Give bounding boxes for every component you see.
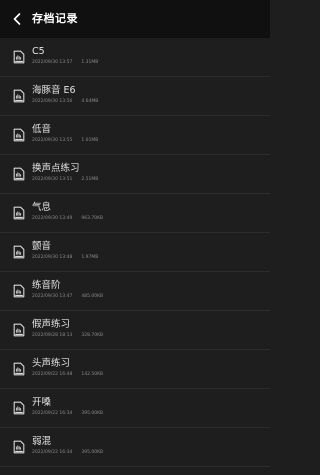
record-list: C5 2022/09/30 13:57 1.31MB 海豚音 E6 2022/09/30… [0,38,270,467]
record-list-item[interactable]: 头声练习 2022/09/22 16:48 142.50KB [0,350,270,389]
record-size: 395.00KB [81,450,104,455]
record-meta: 2022/09/30 13:49 963.70KB [32,216,103,222]
record-size: 963.70KB [81,216,104,221]
record-size: 395.00KB [81,411,104,416]
record-meta: 2022/09/22 16:34 395.00KB [32,450,103,456]
record-meta: 2022/09/30 13:51 2.51MB [32,177,98,183]
audio-file-icon [12,323,26,337]
audio-file-icon [12,167,26,181]
record-size: 1.31MB [81,60,99,65]
back-button[interactable] [10,11,24,27]
audio-file-icon [12,50,26,64]
audio-file-icon [12,128,26,142]
record-list-item[interactable]: 假声练习 2022/09/28 18:13 328.70KB [0,311,270,350]
record-date: 2022/09/28 18:13 [32,333,73,338]
record-list-item[interactable]: 低音 2022/09/30 13:55 1.01MB [0,116,270,155]
record-size: 2.51MB [81,177,99,182]
page-title: 存档记录 [32,12,78,25]
record-name: 练音阶 [32,280,61,291]
record-date: 2022/09/22 16:48 [32,372,73,377]
record-name: 换声点练习 [32,163,80,174]
record-date: 2022/09/30 13:57 [32,60,73,65]
audio-file-icon [12,440,26,454]
record-name: 颤音 [32,241,52,252]
record-date: 2022/09/30 13:47 [32,294,73,299]
record-list-item[interactable]: 开嗓 2022/09/22 16:34 395.00KB [0,389,270,428]
record-name: 海豚音 E6 [32,85,76,96]
record-meta: 2022/09/30 13:57 1.31MB [32,60,98,66]
audio-file-icon [12,245,26,259]
audio-file-icon [12,401,26,415]
record-meta: 2022/09/30 13:56 4.64MB [32,99,98,105]
record-size: 1.97MB [81,255,99,260]
record-size: 142.50KB [81,372,104,377]
chevron-left-icon [13,13,21,25]
record-date: 2022/09/22 16:34 [32,450,73,455]
audio-file-icon [12,206,26,220]
record-name: 弱混 [32,436,52,447]
record-size: 1.01MB [81,138,99,143]
record-name: C5 [32,46,45,57]
record-meta: 2022/09/30 13:55 1.01MB [32,138,98,144]
record-meta: 2022/09/28 18:13 328.70KB [32,333,103,339]
record-list-item[interactable]: C5 2022/09/30 13:57 1.31MB [0,38,270,77]
record-name: 气息 [32,202,52,213]
record-size: 328.70KB [81,333,104,338]
record-date: 2022/09/30 13:56 [32,99,73,104]
record-list-item[interactable]: 弱混 2022/09/22 16:34 395.00KB [0,428,270,467]
audio-file-icon [12,284,26,298]
record-date: 2022/09/30 13:49 [32,216,73,221]
record-list-item[interactable]: 颤音 2022/09/30 13:48 1.97MB [0,233,270,272]
record-list-item[interactable]: 换声点练习 2022/09/30 13:51 2.51MB [0,155,270,194]
top-bar: 存档记录 [0,0,270,38]
record-meta: 2022/09/22 16:34 395.00KB [32,411,103,417]
record-list-item[interactable]: 海豚音 E6 2022/09/30 13:56 4.64MB [0,77,270,116]
record-name: 开嗓 [32,397,52,408]
record-list-item[interactable]: 练音阶 2022/09/30 13:47 485.00KB [0,272,270,311]
record-list-item[interactable]: 气息 2022/09/30 13:49 963.70KB [0,194,270,233]
record-size: 485.00KB [81,294,104,299]
record-size: 4.64MB [81,99,99,104]
audio-file-icon [12,362,26,376]
audio-file-icon [12,89,26,103]
record-date: 2022/09/30 13:55 [32,138,73,143]
record-meta: 2022/09/30 13:47 485.00KB [32,294,103,300]
record-name: 头声练习 [32,358,71,369]
record-date: 2022/09/30 13:48 [32,255,73,260]
record-date: 2022/09/22 16:34 [32,411,73,416]
record-meta: 2022/09/22 16:48 142.50KB [32,372,103,378]
record-meta: 2022/09/30 13:48 1.97MB [32,255,98,261]
record-name: 假声练习 [32,319,71,330]
record-date: 2022/09/30 13:51 [32,177,73,182]
record-name: 低音 [32,124,52,135]
